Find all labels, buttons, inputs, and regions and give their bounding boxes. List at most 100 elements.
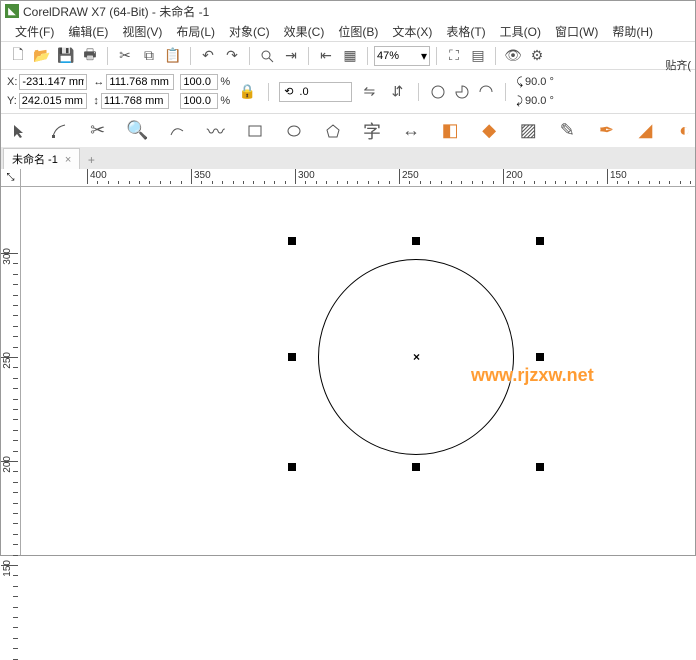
app-logo-icon: ◣ [5,4,19,18]
ruler-origin-icon[interactable]: ⤡ [1,169,21,187]
transparency-tool-icon[interactable]: ▨ [518,120,539,142]
dimension-tool-icon[interactable]: ↔ [401,120,422,142]
end-angle-icon: ⤸ [516,95,523,108]
tab-active[interactable]: 未命名 -1 × [3,148,80,169]
rotation-field[interactable]: ⟲ [279,82,352,102]
publish-icon[interactable]: ▦ [339,45,361,67]
snap-label[interactable]: 贴齐( [665,57,691,73]
standard-toolbar: 🗋 📂 💾 🖶 ✂ ⧉ 📋 ↶ ↷ ⇥ ⇤ ▦ ▾ ⛶ ▤ 👁 ⚙ [1,41,695,69]
effects-tool-icon[interactable]: ◆ [479,120,500,142]
separator [249,47,250,65]
freehand-tool-icon[interactable] [166,120,187,142]
import-icon[interactable]: ⇥ [280,45,302,67]
open-icon[interactable]: 📂 [31,45,53,67]
scale-y-input[interactable] [180,93,218,109]
pick-tool-icon[interactable] [9,120,30,142]
rotation-input[interactable] [297,84,347,100]
menu-help[interactable]: 帮助(H) [606,21,659,42]
separator [505,83,506,101]
menu-object[interactable]: 对象(C) [223,21,276,42]
x-input[interactable] [19,74,87,90]
polygon-tool-icon[interactable] [322,120,343,142]
menu-view[interactable]: 视图(V) [116,21,168,42]
selection-handle[interactable] [288,463,296,471]
dropdown-icon[interactable]: ▾ [421,49,427,63]
menu-file[interactable]: 文件(F) [9,21,60,42]
arc-mode-icon[interactable] [477,83,495,101]
fill-tool-icon[interactable]: ◢ [635,120,656,142]
end-angle[interactable]: 90.0 ° [525,95,554,107]
tab-label: 未命名 -1 [12,154,58,166]
new-icon[interactable]: 🗋 [7,45,29,67]
selection-handle[interactable] [536,463,544,471]
shape-tool-icon[interactable] [48,120,69,142]
rulers-icon[interactable]: ▤ [467,45,489,67]
menu-window[interactable]: 窗口(W) [549,21,604,42]
new-tab-icon[interactable]: + [82,151,100,169]
save-icon[interactable]: 💾 [55,45,77,67]
menu-text[interactable]: 文本(X) [386,21,438,42]
width-input[interactable] [106,74,174,90]
mirror-h-icon[interactable]: ⇋ [358,81,380,103]
redo-icon[interactable]: ↷ [221,45,243,67]
selection-handle[interactable] [536,237,544,245]
zoom-input[interactable] [377,50,421,62]
rotate-icon: ⟲ [284,85,293,98]
preview-icon[interactable]: 👁 [502,45,524,67]
eyedropper-tool-icon[interactable]: ✎ [557,120,578,142]
rectangle-tool-icon[interactable] [244,120,265,142]
text-tool-icon[interactable]: 字 [362,120,383,142]
close-icon[interactable]: × [65,154,71,166]
outline-tool-icon[interactable]: ✒ [596,120,617,142]
height-input[interactable] [101,93,169,109]
ellipse-tool-icon[interactable] [283,120,304,142]
ellipse-mode-icon[interactable] [429,83,447,101]
scale-x-input[interactable] [180,74,218,90]
mirror-v-icon[interactable]: ⇵ [386,81,408,103]
selection-handle[interactable] [412,237,420,245]
artistic-media-icon[interactable]: 〰 [205,120,226,142]
pie-mode-icon[interactable] [453,83,471,101]
fullscreen-icon[interactable]: ⛶ [443,45,465,67]
crop-tool-icon[interactable]: ✂ [87,120,108,142]
separator [418,83,419,101]
separator [367,47,368,65]
menu-effect[interactable]: 效果(C) [278,21,331,42]
zoom-combo[interactable]: ▾ [374,46,430,66]
center-handle-icon[interactable]: × [413,350,420,364]
lock-ratio-icon[interactable]: 🔒 [236,81,258,103]
zoom-tool-icon[interactable]: 🔍 [126,120,148,142]
menu-layout[interactable]: 布局(L) [170,21,221,42]
workspace: ⤡ 400350300250200150100 300250200150 × w… [1,169,695,555]
cut-icon[interactable]: ✂ [114,45,136,67]
menu-bitmap[interactable]: 位图(B) [332,21,384,42]
export-icon[interactable]: ⇤ [315,45,337,67]
y-label: Y: [7,95,17,107]
paste-icon[interactable]: 📋 [162,45,184,67]
selection-handle[interactable] [288,237,296,245]
horizontal-ruler[interactable]: 400350300250200150100 [21,169,695,187]
print-icon[interactable]: 🖶 [79,45,101,67]
selection-handle[interactable] [536,353,544,361]
start-angle[interactable]: 90.0 ° [525,76,554,88]
copy-icon[interactable]: ⧉ [138,45,160,67]
size-group: ↔ ↕ [93,73,174,110]
x-label: X: [7,76,17,88]
y-input[interactable] [19,93,87,109]
search-icon[interactable] [256,45,278,67]
connector-tool-icon[interactable]: ◧ [440,120,461,142]
selection-handle[interactable] [412,463,420,471]
vertical-ruler[interactable]: 300250200150 [1,187,21,555]
menu-table[interactable]: 表格(T) [440,21,491,42]
selection-handle[interactable] [288,353,296,361]
undo-icon[interactable]: ↶ [197,45,219,67]
separator [308,47,309,65]
canvas[interactable]: × www.rjzxw.net [21,187,695,555]
interactive-fill-icon[interactable]: ◐ [674,120,695,142]
menu-edit[interactable]: 编辑(E) [62,21,114,42]
document-tabs: 未命名 -1 × + [1,147,695,169]
position-group: X: Y: [7,73,87,110]
menu-tools[interactable]: 工具(O) [494,21,547,42]
separator [190,47,191,65]
options-icon[interactable]: ⚙ [526,45,548,67]
